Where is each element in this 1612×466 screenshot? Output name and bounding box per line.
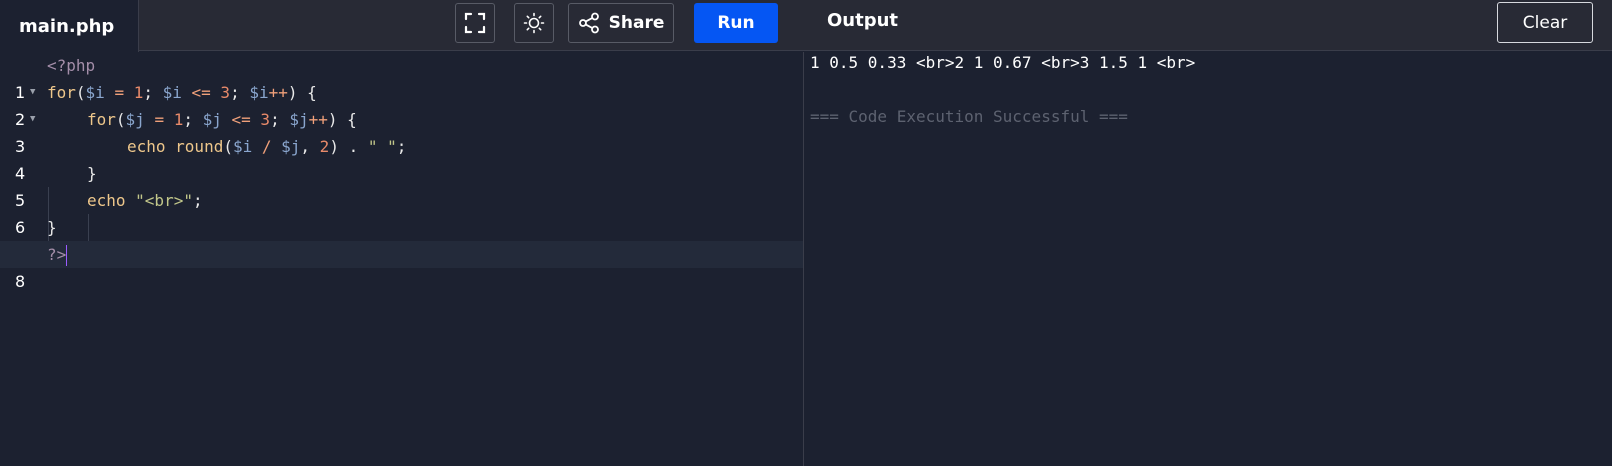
operator: ++ [268,83,288,102]
variable: $j [125,110,145,129]
variable: $i [232,137,253,156]
operator: <= [221,110,261,129]
keyword: for [47,83,76,102]
punctuation: , [300,137,320,156]
punctuation: ; [230,83,250,102]
punctuation: } [87,164,97,183]
code-line-active[interactable]: 8 ?> [0,241,803,291]
operator: <= [181,83,221,102]
sun-icon [523,12,545,34]
code-line-text: ?> [47,241,68,268]
punctuation: ( [115,110,126,129]
punctuation: ; [183,110,203,129]
operator: ++ [308,110,328,129]
code-line-text: } [47,214,57,241]
php-close-tag: ?> [47,245,67,264]
number: 3 [220,83,231,102]
code-line[interactable]: 6 echo "<br>"; [0,187,803,268]
number: 1 [133,83,144,102]
fullscreen-button[interactable] [455,3,495,43]
fold-arrow-icon[interactable]: ▼ [30,106,35,133]
output-title: Output [827,10,899,31]
clear-button-label: Clear [1522,12,1568,33]
variable: $j [202,110,222,129]
fullscreen-icon [464,12,486,34]
theme-toggle-button[interactable] [514,3,554,43]
string: "<br>" [125,191,193,210]
variable: $j [281,137,301,156]
code-line[interactable]: 4 echo round($i / $j, 2) . " "; [0,133,803,241]
code-line[interactable]: 3 ▼ for($j = 1; $j <= 3; $j++) { [0,106,803,214]
top-bar [0,0,1612,51]
number: 3 [260,110,271,129]
string: " " [367,137,397,156]
code-line-text: echo "<br>"; [87,187,203,214]
code-line-text: echo round($i / $j, 2) . " "; [127,133,406,160]
share-button-label: Share [608,13,665,33]
share-button[interactable]: Share [568,3,674,43]
punctuation: ; [270,110,290,129]
keyword: echo [87,191,126,210]
execution-status: === Code Execution Successful === [810,107,1128,126]
clear-button[interactable]: Clear [1497,2,1593,43]
punctuation: ; [143,83,163,102]
code-line[interactable]: 1 <?php [0,52,803,102]
code-editor[interactable]: 1 <?php 2 ▼ for($i = 1; $i <= 3; $i++) {… [0,52,803,466]
code-line[interactable]: 7 } [0,214,803,264]
output-result: 1 0.5 0.33 <br>2 1 0.67 <br>3 1.5 1 <br> [810,53,1196,72]
punctuation: ( [223,137,233,156]
code-line-text: } [87,160,97,187]
number: 1 [173,110,184,129]
punctuation: ) { [327,110,357,129]
variable: $i [249,83,269,102]
code-line-text: for($i = 1; $i <= 3; $i++) { [47,79,317,106]
code-line[interactable]: 2 ▼ for($i = 1; $i <= 3; $i++) { [0,79,803,129]
variable: $i [162,83,182,102]
operator: = [104,83,134,102]
php-open-tag: <?php [47,56,96,75]
run-button[interactable]: Run [694,3,778,43]
file-tab-label: main.php [19,15,115,37]
punctuation: ( [75,83,86,102]
number: 2 [319,137,330,156]
share-icon [578,12,599,34]
punctuation: ; [396,137,407,156]
keyword: echo [127,137,166,156]
variable: $j [289,110,309,129]
code-line-text: <?php [47,52,95,79]
operator: / [252,137,282,156]
variable: $i [85,83,105,102]
punctuation: ) . [329,137,368,156]
punctuation: } [47,218,57,237]
function-name: round [165,137,224,156]
punctuation: ) { [287,83,317,102]
operator: = [144,110,174,129]
code-line[interactable]: 5 } [0,160,803,241]
run-button-label: Run [717,13,755,33]
line-number: 8 [15,272,26,291]
text-cursor [66,245,68,266]
output-panel: 1 0.5 0.33 <br>2 1 0.67 <br>3 1.5 1 <br>… [804,52,1612,466]
file-tab[interactable]: main.php [0,0,139,52]
code-line-text: for($j = 1; $j <= 3; $j++) { [87,106,357,133]
fold-arrow-icon[interactable]: ▼ [30,79,35,106]
keyword: for [87,110,116,129]
punctuation: ; [192,191,203,210]
